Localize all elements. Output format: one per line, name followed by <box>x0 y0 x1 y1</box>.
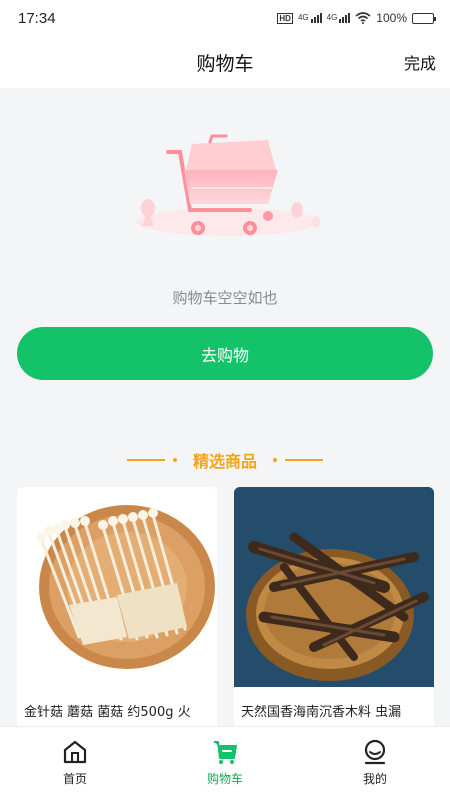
tab-home[interactable]: 首页 <box>0 727 150 800</box>
shopping-cart-illustration <box>136 134 320 236</box>
cart-icon <box>214 741 237 764</box>
section-title-text: 精选商品 <box>192 452 257 471</box>
nav-bar: 购物车 完成 <box>0 36 450 88</box>
page-title: 购物车 <box>196 52 254 75</box>
done-button[interactable]: 完成 <box>404 50 436 74</box>
go-shopping-button[interactable]: 去购物 <box>17 327 433 380</box>
tab-label: 首页 <box>62 772 87 786</box>
battery-percent: 100% <box>376 11 407 25</box>
network-type-1: 4G <box>297 13 309 22</box>
tab-profile[interactable]: 我的 <box>300 727 450 800</box>
home-icon <box>63 740 87 764</box>
hd-icon: HD <box>277 12 293 24</box>
network-type-2: 4G <box>326 13 338 22</box>
featured-section-title: 精选商品 <box>0 446 450 474</box>
status-icons: HD 4G 4G 100% <box>277 11 436 25</box>
product-card[interactable]: 金针菇 蘑菇 菌菇 约500g 火 <box>17 487 217 732</box>
tab-label: 我的 <box>362 772 387 786</box>
product-card[interactable]: 天然国香海南沉香木料 虫漏 <box>234 487 434 732</box>
status-bar: 17:34 HD 4G 4G 100% <box>0 0 450 36</box>
signal-icon: 4G <box>298 13 322 23</box>
enoki-mushroom-photo <box>17 487 217 687</box>
battery-icon <box>412 12 436 24</box>
wifi-icon <box>355 12 371 24</box>
profile-icon <box>364 739 386 765</box>
agarwood-photo <box>234 487 434 687</box>
tab-bar: 首页 购物车 我的 <box>0 726 450 800</box>
product-name: 天然国香海南沉香木料 虫漏 <box>241 705 402 720</box>
empty-cart-message: 购物车空空如也 <box>172 289 278 307</box>
product-name: 金针菇 蘑菇 菌菇 约500g 火 <box>24 705 191 720</box>
tab-cart[interactable]: 购物车 <box>150 727 300 800</box>
tab-label: 购物车 <box>206 772 243 786</box>
signal-icon: 4G <box>327 13 351 23</box>
status-time: 17:34 <box>18 9 56 27</box>
